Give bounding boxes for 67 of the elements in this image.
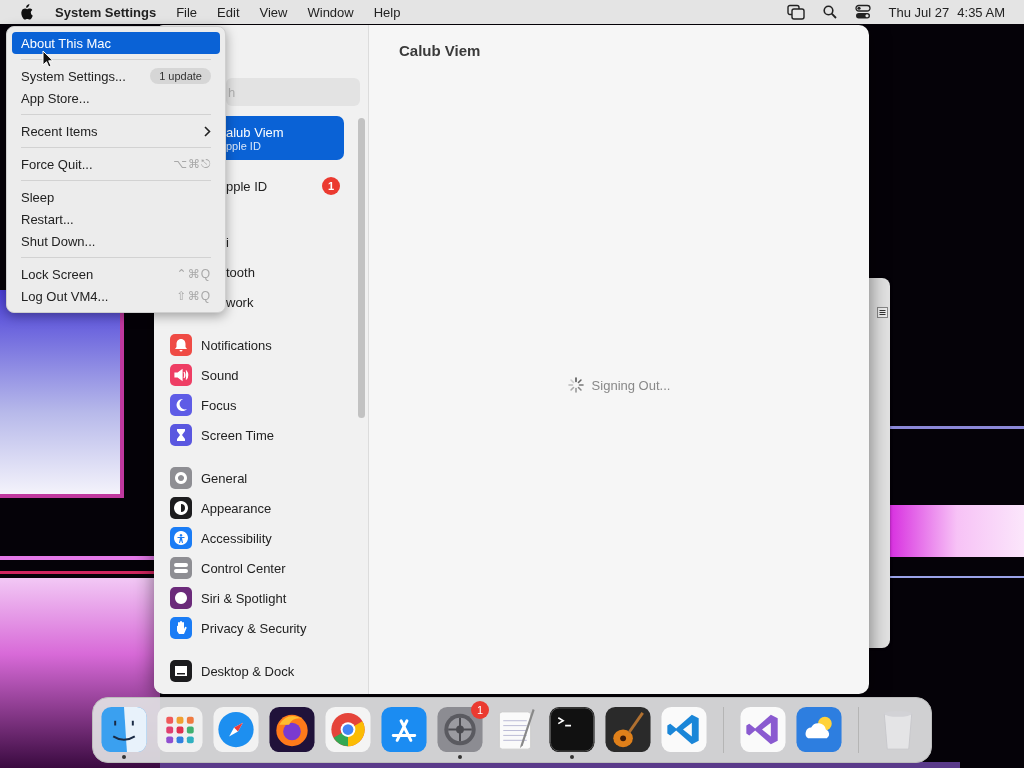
windows-icon[interactable] [786,4,805,20]
menu-title[interactable]: File [166,4,208,20]
running-dot [570,755,574,759]
terminal-icon[interactable] [549,707,595,753]
guitar-icon[interactable] [605,707,651,753]
status-text: Signing Out... [591,377,671,393]
sidebar-item[interactable]: Notifications [154,330,358,360]
sidebar-item[interactable]: tooth [226,257,340,287]
menu-item[interactable]: Log Out VM4... ⇧⌘Q [12,285,220,307]
menu-item[interactable]: Shut Down... [12,230,220,252]
notification-badge: 1 [322,177,340,195]
sidebar-item[interactable]: Appearance [154,493,358,523]
running-dot [122,755,126,759]
sidebar-item[interactable]: Desktop & Dock [154,656,358,686]
menu-item[interactable]: Recent Items [12,120,220,142]
account-subtitle: pple ID [226,139,261,152]
sidebar-item[interactable]: Screen Time [154,420,358,450]
sidebar-item[interactable]: Sound [154,360,358,390]
face-icon[interactable] [101,707,147,753]
notification-badge: 1 [471,701,489,719]
app-menu[interactable]: System Settings [45,4,167,20]
code-icon[interactable] [740,707,786,753]
chevron-icon [204,125,211,137]
menu-item[interactable]: Restart... [12,208,220,230]
menu-item[interactable]: Force Quit... ⌥⌘⎋ [12,153,220,175]
search-icon[interactable] [822,5,837,19]
cloud-icon[interactable] [796,707,842,753]
sidebar-item[interactable]: work [226,287,340,317]
account-item[interactable]: alub Viem pple ID [226,116,344,160]
date-label[interactable]: Thu Jul 27 [888,4,950,20]
sidebar-item[interactable]: Privacy & Security [154,613,358,643]
apple-logo-icon[interactable] [19,4,33,20]
menu-title[interactable]: Window [297,4,364,20]
menu-title[interactable]: Edit [207,4,250,20]
code-icon[interactable] [661,707,707,753]
sidebar-item[interactable]: Focus [154,390,358,420]
menu-title[interactable]: View [249,4,298,20]
control-center-icon[interactable] [854,4,871,20]
scrollbar[interactable] [358,118,365,418]
menu-item[interactable]: Lock Screen ⌃⌘Q [12,263,220,285]
wheel-icon[interactable] [325,707,371,753]
sidebar-item[interactable]: i [226,227,340,257]
grid-icon[interactable] [157,707,203,753]
menu-item[interactable]: App Store... [12,87,220,109]
pencil-a-icon[interactable] [381,707,427,753]
time-label[interactable]: 4:35 AM [957,4,1005,20]
menu-title[interactable]: Help [363,4,411,20]
sidebar-item[interactable]: pple ID 1 [226,171,340,201]
shortcut-label: ⌥⌘⎋ [173,157,211,171]
spinner-icon [567,377,584,393]
menu-item[interactable]: Sleep [12,186,220,208]
account-name: alub Viem [226,124,284,140]
sidebar-item[interactable]: Accessibility [154,523,358,553]
sidebar-item[interactable]: Control Center [154,553,358,583]
shortcut-label: ⌃⌘Q [176,267,211,281]
cursor-icon [42,50,54,68]
running-dot [458,755,462,759]
sidebar-item[interactable]: General [154,463,358,493]
sidebar-item[interactable]: Siri & Spotlight [154,583,358,613]
shortcut-label: ⇧⌘Q [176,289,211,303]
menu-item[interactable]: System Settings... 1 update [12,65,220,87]
menu-item[interactable]: About This Mac [12,32,220,54]
gear-icon[interactable] [437,707,483,753]
fox-icon[interactable] [269,707,315,753]
update-badge: 1 update [150,68,211,84]
window-title: Calub Viem [399,42,482,59]
compass-icon[interactable] [213,707,259,753]
